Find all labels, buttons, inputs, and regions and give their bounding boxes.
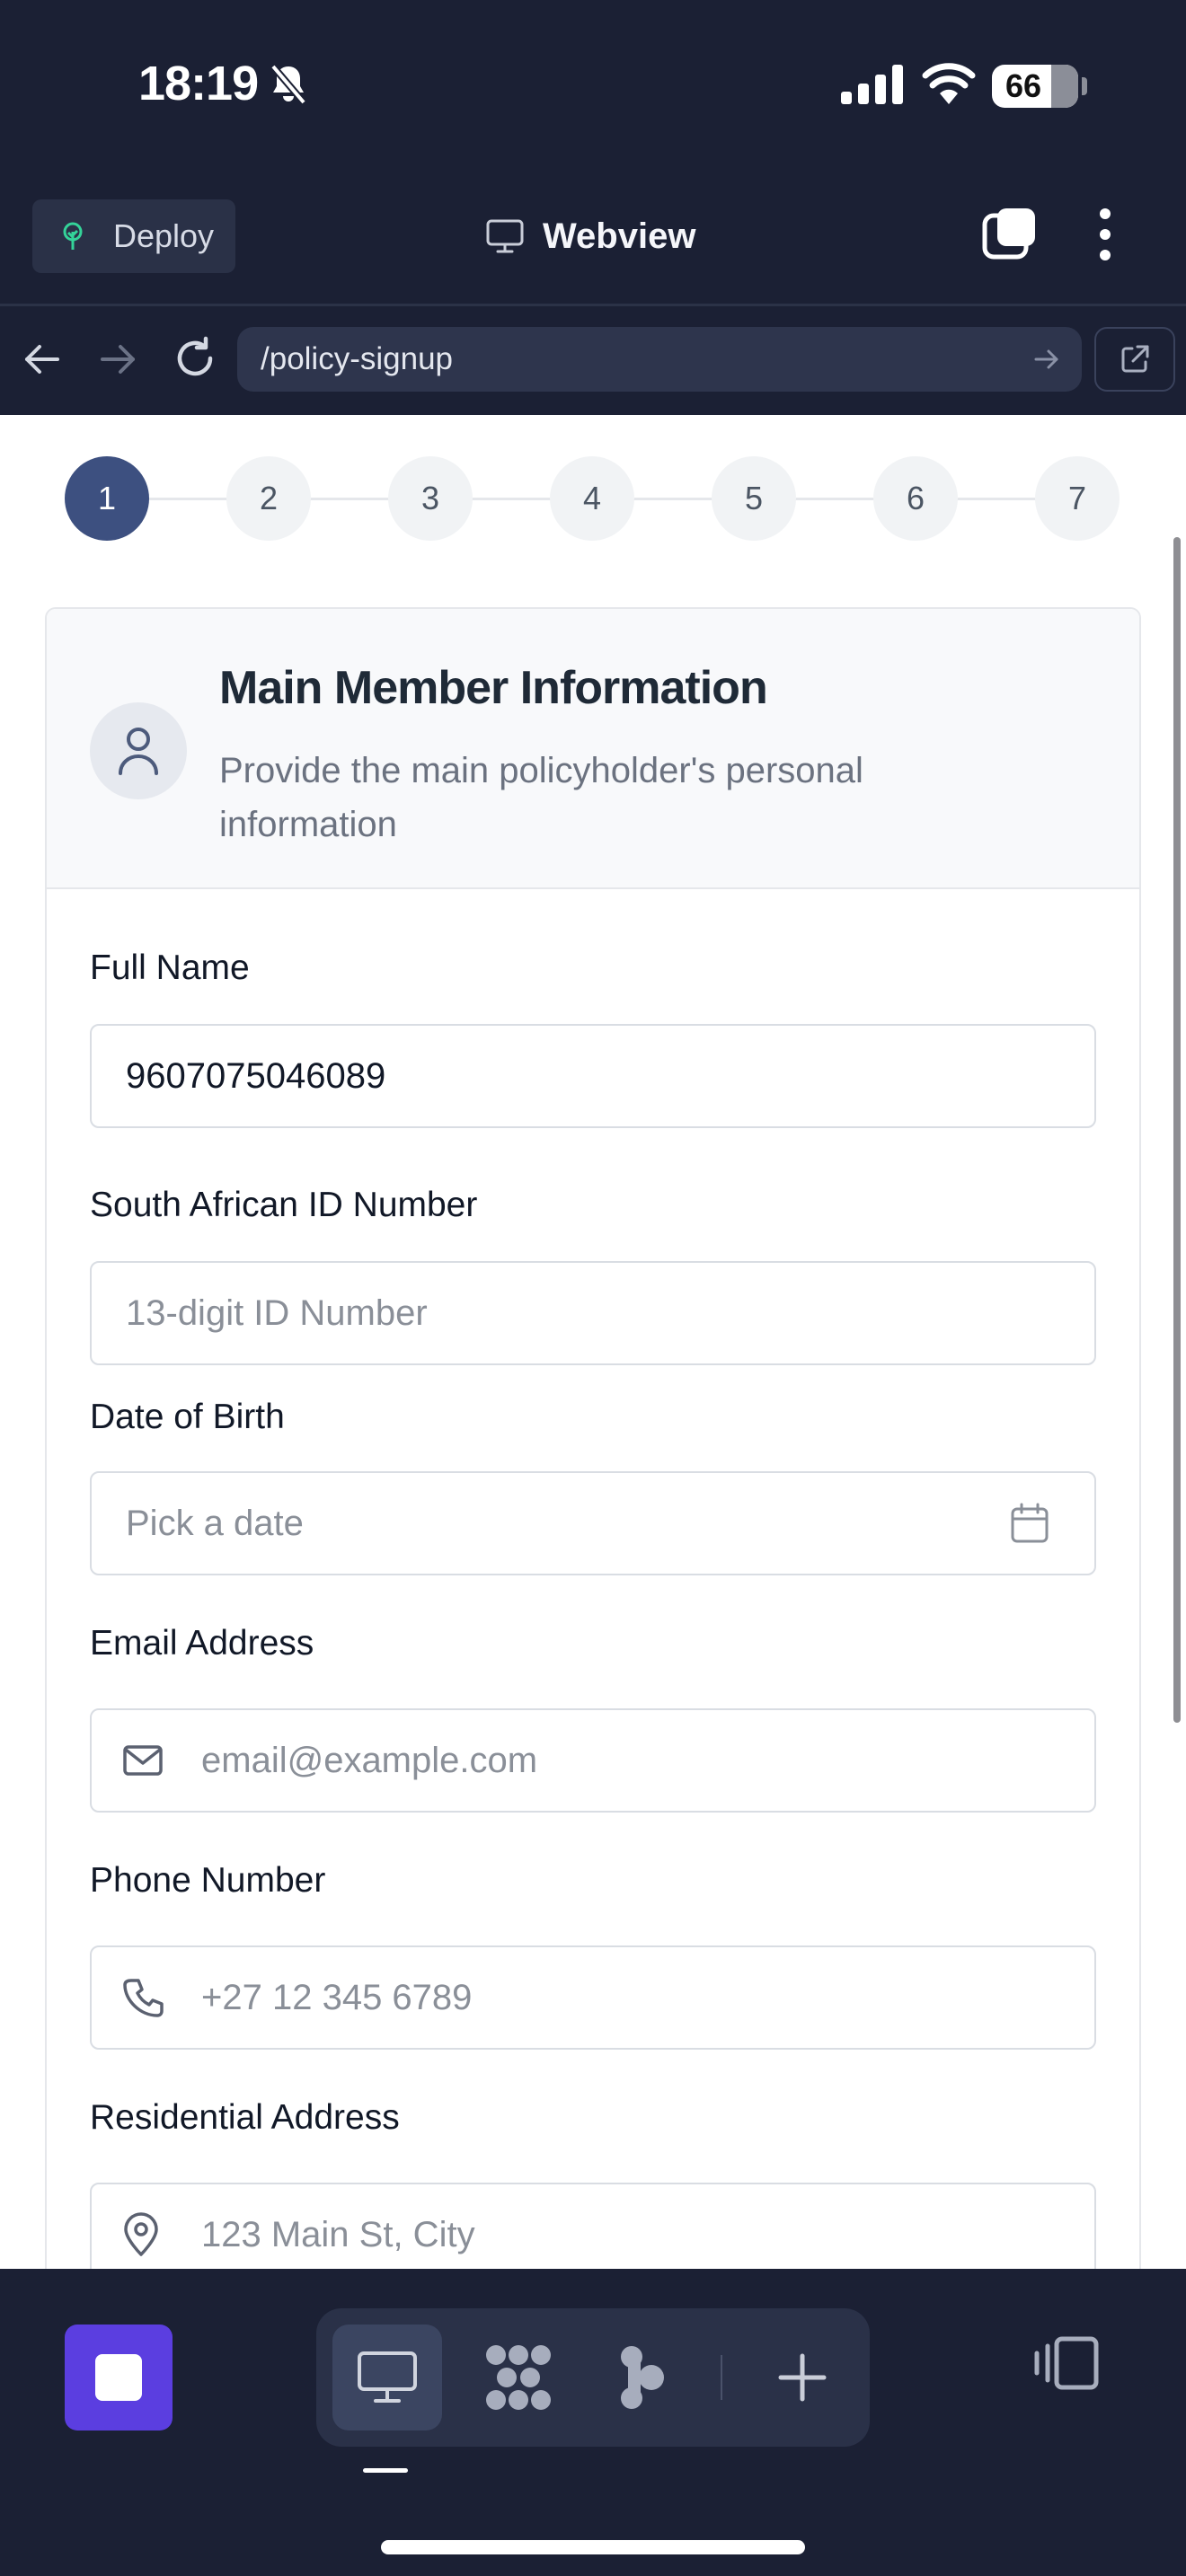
phone-placeholder: +27 12 345 6789 (201, 1977, 473, 2017)
card-subtitle: Provide the main policyholder's personal… (219, 751, 863, 844)
grid-icon (486, 2345, 551, 2410)
plus-icon (778, 2353, 827, 2402)
user-icon (119, 728, 158, 775)
tool-group (316, 2308, 870, 2447)
full-name-label: Full Name (90, 948, 250, 987)
home-indicator (381, 2540, 805, 2554)
scrollbar[interactable] (1173, 537, 1181, 1723)
phone-label: Phone Number (90, 1861, 326, 1900)
step-1[interactable]: 1 (65, 456, 149, 541)
stop-button[interactable] (65, 2325, 173, 2430)
card-header: Main Member Information Provide the main… (47, 609, 1139, 889)
email-label: Email Address (90, 1624, 314, 1663)
calendar-icon[interactable] (1010, 1503, 1049, 1544)
dob-label: Date of Birth (90, 1398, 285, 1436)
webview-content: 1 2 3 4 5 6 7 Main Member Information Pr… (0, 415, 1186, 2269)
reload-icon[interactable] (173, 336, 217, 381)
id-number-placeholder: 13-digit ID Number (126, 1292, 428, 1333)
dob-placeholder: Pick a date (126, 1503, 304, 1543)
more-vertical-icon[interactable] (1089, 207, 1121, 262)
id-number-input[interactable]: 13-digit ID Number (90, 1261, 1096, 1365)
form-card: Main Member Information Provide the main… (45, 607, 1141, 2269)
active-tab-indicator (363, 2468, 408, 2473)
map-pin-icon (124, 2212, 158, 2256)
webview-title: Webview (485, 208, 695, 264)
stop-icon (95, 2354, 142, 2401)
step-7[interactable]: 7 (1035, 456, 1120, 541)
card-title: Main Member Information (219, 662, 768, 714)
id-number-label: South African ID Number (90, 1186, 478, 1224)
monitor-icon (486, 219, 524, 253)
address-label: Residential Address (90, 2098, 400, 2137)
arrow-right-small-icon[interactable] (1033, 347, 1060, 372)
bell-slash-icon (270, 64, 307, 105)
signal-icon (841, 65, 903, 104)
webview-title-text: Webview (543, 216, 696, 256)
tabs-icon[interactable] (981, 205, 1039, 262)
bottom-toolbar (0, 2269, 1186, 2576)
step-6[interactable]: 6 (873, 456, 958, 541)
desktop-view-button[interactable] (332, 2325, 442, 2430)
tool-divider (721, 2355, 722, 2400)
step-2[interactable]: 2 (226, 456, 311, 541)
full-name-input[interactable]: 9607075046089 (90, 1024, 1096, 1128)
desktop-icon (358, 2351, 417, 2403)
url-text: /policy-signup (261, 341, 453, 376)
status-time: 18:19 (138, 57, 259, 110)
email-placeholder: email@example.com (201, 1740, 538, 1780)
phone-input[interactable]: +27 12 345 6789 (90, 1945, 1096, 2050)
email-input[interactable]: email@example.com (90, 1708, 1096, 1813)
full-name-value: 9607075046089 (126, 1055, 386, 1096)
deploy-button[interactable]: Deploy (32, 199, 235, 273)
step-5[interactable]: 5 (712, 456, 796, 541)
flow-icon (621, 2346, 664, 2409)
step-4[interactable]: 4 (550, 456, 634, 541)
header-divider (0, 304, 1186, 306)
step-3[interactable]: 3 (388, 456, 473, 541)
phone-icon (123, 1979, 164, 2017)
add-button[interactable] (753, 2325, 852, 2430)
wifi-icon (922, 63, 976, 104)
external-link-icon (1121, 345, 1149, 373)
deploy-label: Deploy (113, 217, 215, 254)
url-field[interactable]: /policy-signup (237, 327, 1082, 392)
battery-level: 66 (1005, 67, 1042, 104)
mail-icon (123, 1745, 163, 1776)
battery-tip (1082, 77, 1087, 95)
flow-button[interactable] (598, 2325, 685, 2430)
arrow-right-icon[interactable] (97, 340, 138, 379)
card-avatar (90, 702, 187, 799)
battery-indicator: 66 (992, 65, 1078, 108)
open-external-button[interactable] (1094, 327, 1175, 392)
dob-picker[interactable]: Pick a date (90, 1471, 1096, 1575)
components-button[interactable] (469, 2325, 568, 2430)
address-input[interactable]: 123 Main St, City (90, 2183, 1096, 2269)
tree-icon (63, 222, 83, 250)
address-placeholder: 123 Main St, City (201, 2214, 475, 2254)
arrow-left-icon[interactable] (22, 340, 63, 379)
panel-toggle-icon[interactable] (1031, 2335, 1100, 2391)
